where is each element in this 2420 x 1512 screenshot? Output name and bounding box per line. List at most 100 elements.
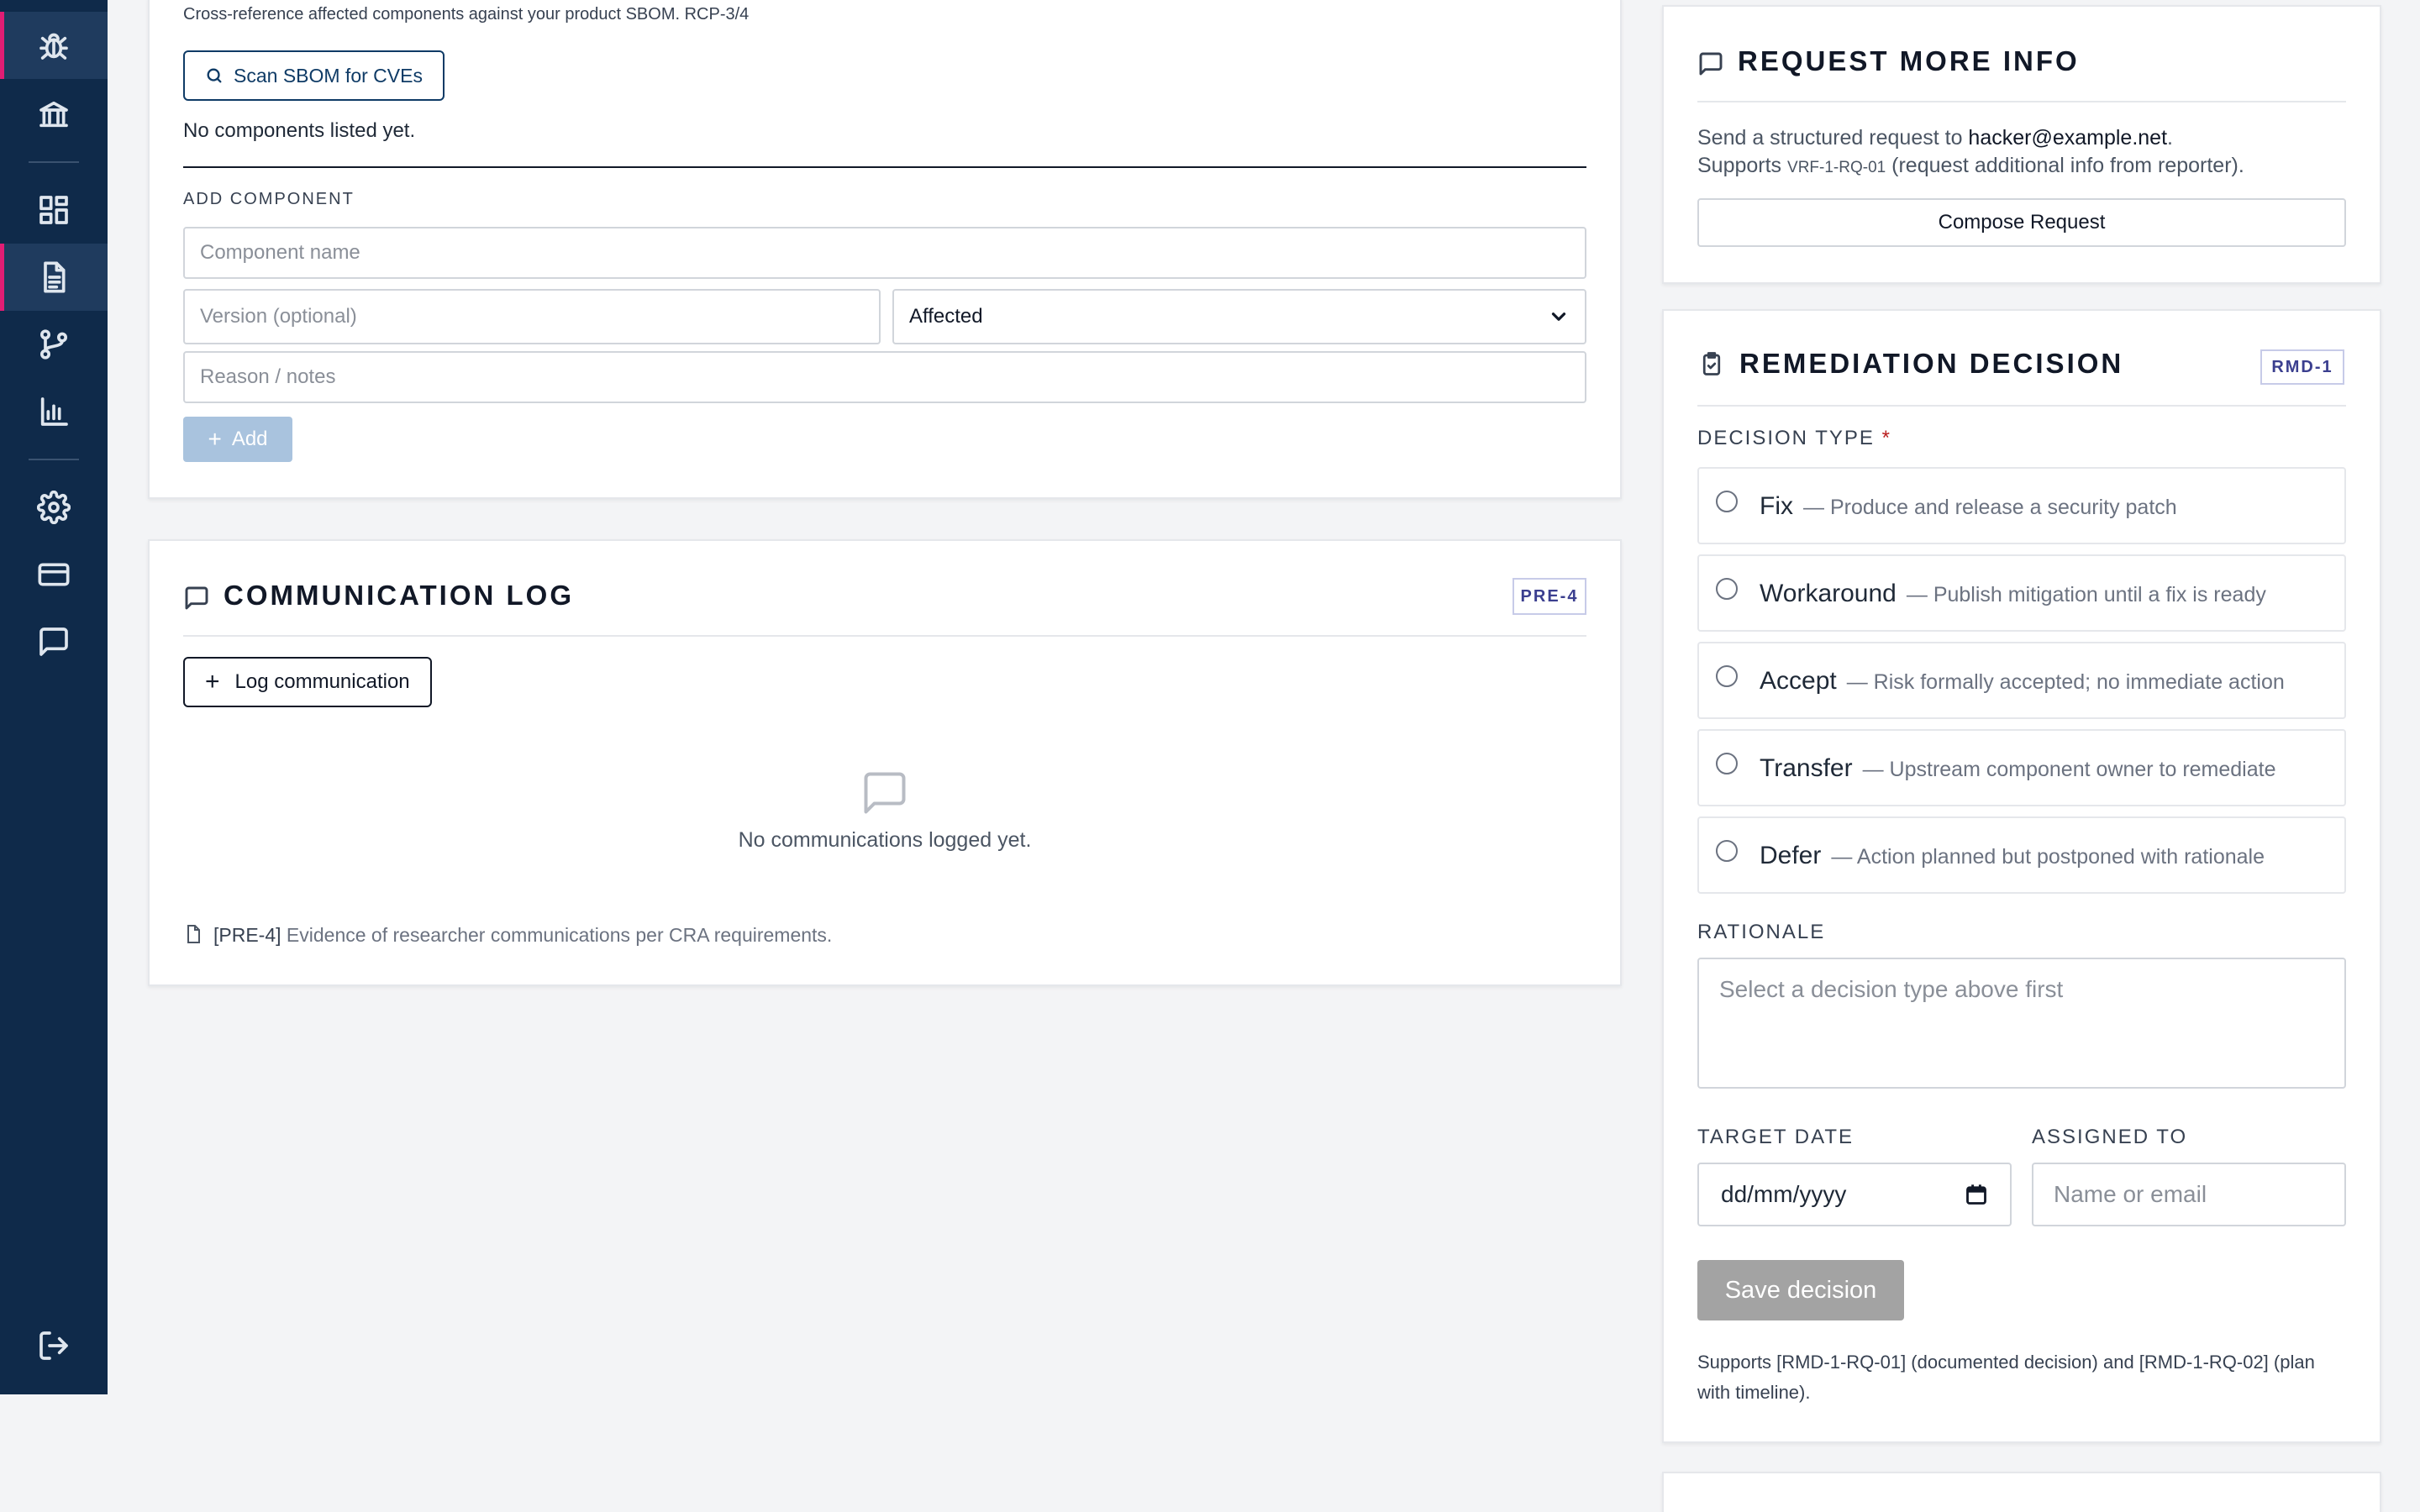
sidebar-item-settings[interactable] bbox=[0, 474, 108, 541]
document-icon bbox=[44, 261, 66, 293]
add-component-button[interactable]: + Add bbox=[183, 417, 292, 462]
rationale-label: RATIONALE bbox=[1697, 921, 1826, 943]
sidebar-item-analytics[interactable] bbox=[0, 378, 108, 445]
logout-icon bbox=[39, 1331, 68, 1360]
supports-prefix: Supports bbox=[1697, 154, 1782, 177]
component-reason-field[interactable] bbox=[183, 351, 1586, 403]
components-hint: Cross-reference affected components agai… bbox=[183, 5, 750, 24]
request-info-description: Send a structured request to hacker@exam… bbox=[1697, 124, 2353, 181]
decision-option-transfer[interactable]: Transfer — Upstream component owner to re… bbox=[1697, 729, 2346, 806]
request-info-suffix: . bbox=[2167, 126, 2173, 150]
sidebar-item-messages[interactable] bbox=[0, 608, 108, 675]
component-version-input[interactable] bbox=[200, 305, 864, 328]
option-label-text: Defer bbox=[1760, 842, 1822, 869]
sidebar-item-vulnerabilities[interactable] bbox=[0, 12, 108, 79]
pre-4-badge: PRE-4 bbox=[1512, 578, 1586, 615]
gear-icon bbox=[37, 491, 71, 524]
communication-log-card: COMMUNICATION LOG PRE-4 + Log communicat… bbox=[148, 539, 1622, 986]
supports-suffix: (request additional info from reporter). bbox=[1891, 154, 2244, 177]
decision-type-label: DECISION TYPE * bbox=[1697, 427, 1891, 450]
remediation-supports-note: Supports [RMD-1-RQ-01] (documented decis… bbox=[1697, 1352, 2315, 1403]
component-name-input[interactable] bbox=[200, 241, 1570, 265]
rationale-textarea[interactable] bbox=[1719, 976, 2324, 1070]
component-status-value: Affected bbox=[909, 305, 983, 328]
decision-type-text: DECISION TYPE bbox=[1697, 427, 1875, 449]
log-communication-label: Log communication bbox=[234, 670, 410, 693]
bank-icon bbox=[39, 101, 68, 128]
add-component-heading: ADD COMPONENT bbox=[183, 190, 355, 208]
required-mark: * bbox=[1881, 427, 1891, 449]
communication-log-title: COMMUNICATION LOG bbox=[224, 580, 575, 611]
components-divider bbox=[183, 166, 1586, 168]
decision-option-fix[interactable]: Fix — Produce and release a security patc… bbox=[1697, 467, 2346, 544]
clipboard-check-icon bbox=[1702, 352, 1721, 375]
target-date-field[interactable]: dd/mm/yyyy bbox=[1697, 1163, 2012, 1226]
sidebar-item-dashboard[interactable] bbox=[0, 176, 108, 244]
sidebar-item-organization[interactable] bbox=[0, 81, 108, 148]
option-label-text: Accept bbox=[1760, 667, 1837, 695]
calendar-icon[interactable] bbox=[1965, 1183, 1988, 1206]
assigned-to-label: ASSIGNED TO bbox=[2032, 1126, 2188, 1148]
remediation-divider bbox=[1697, 405, 2346, 407]
component-reason-input[interactable] bbox=[200, 365, 1570, 389]
chat-icon bbox=[1699, 52, 1723, 76]
supports-code: VRF-1-RQ-01 bbox=[1787, 159, 1886, 176]
decision-option-label: Accept — Risk formally accepted; no immed… bbox=[1760, 667, 2285, 696]
option-label-text: Transfer bbox=[1760, 754, 1853, 782]
request-more-info-title: REQUEST MORE INFO bbox=[1738, 45, 2080, 76]
file-icon bbox=[187, 925, 200, 943]
radio-transfer[interactable] bbox=[1716, 753, 1738, 774]
decision-option-label: Fix — Produce and release a security patc… bbox=[1760, 492, 2177, 521]
decision-option-label: Workaround — Publish mitigation until a f… bbox=[1760, 580, 2266, 608]
communication-footnote: [PRE-4] Evidence of researcher communica… bbox=[213, 924, 832, 947]
sidebar-item-logout[interactable] bbox=[0, 1312, 108, 1379]
option-description: — Upstream component owner to remediate bbox=[1862, 758, 2276, 781]
component-name-field[interactable] bbox=[183, 227, 1586, 279]
footnote-text: Evidence of researcher communications pe… bbox=[286, 924, 833, 946]
chevron-down-icon bbox=[1551, 312, 1566, 321]
target-date-label: TARGET DATE bbox=[1697, 1126, 1854, 1148]
sidebar-item-billing[interactable] bbox=[0, 541, 108, 608]
request-info-prefix: Send a structured request to bbox=[1697, 126, 1963, 150]
sidebar bbox=[0, 0, 108, 1394]
request-info-divider bbox=[1697, 101, 2346, 102]
footnote-ref: [PRE-4] bbox=[213, 924, 281, 946]
decision-option-accept[interactable]: Accept — Risk formally accepted; no immed… bbox=[1697, 642, 2346, 719]
target-date-placeholder: dd/mm/yyyy bbox=[1721, 1181, 1847, 1207]
rationale-field[interactable] bbox=[1697, 958, 2346, 1089]
next-card bbox=[1662, 1472, 2381, 1512]
scan-sbom-button[interactable]: Scan SBOM for CVEs bbox=[183, 50, 445, 101]
communication-empty-text: No communications logged yet. bbox=[738, 828, 1032, 852]
sidebar-item-reports[interactable] bbox=[0, 244, 108, 311]
option-description: — Risk formally accepted; no immediate a… bbox=[1846, 670, 2285, 694]
bar-chart-icon bbox=[40, 397, 68, 426]
component-status-select[interactable]: Affected bbox=[892, 289, 1586, 344]
radio-accept[interactable] bbox=[1716, 665, 1738, 687]
communication-divider bbox=[183, 635, 1586, 637]
option-description: — Publish mitigation until a fix is read… bbox=[1906, 583, 2266, 606]
add-component-label: Add bbox=[231, 428, 268, 450]
radio-workaround[interactable] bbox=[1716, 578, 1738, 600]
assigned-to-input[interactable] bbox=[2054, 1181, 2324, 1208]
decision-option-defer[interactable]: Defer — Action planned but postponed with… bbox=[1697, 816, 2346, 894]
component-version-field[interactable] bbox=[183, 289, 881, 344]
request-more-info-card: REQUEST MORE INFO Send a structured requ… bbox=[1662, 5, 2381, 284]
log-communication-button[interactable]: + Log communication bbox=[183, 657, 432, 707]
plus-icon: + bbox=[208, 426, 222, 452]
radio-fix[interactable] bbox=[1716, 491, 1738, 512]
assigned-to-field[interactable] bbox=[2032, 1163, 2346, 1226]
decision-option-workaround[interactable]: Workaround — Publish mitigation until a f… bbox=[1697, 554, 2346, 632]
sidebar-item-branches[interactable] bbox=[0, 311, 108, 378]
compose-request-button[interactable]: Compose Request bbox=[1697, 198, 2346, 247]
radio-defer[interactable] bbox=[1716, 840, 1738, 862]
chat-icon bbox=[185, 586, 208, 610]
save-decision-button[interactable]: Save decision bbox=[1697, 1260, 1904, 1320]
remediation-decision-title: REMEDIATION DECISION bbox=[1739, 348, 2124, 379]
option-label-text: Workaround bbox=[1760, 580, 1897, 607]
credit-card-icon bbox=[38, 563, 70, 586]
branch-icon bbox=[40, 329, 67, 360]
sidebar-divider bbox=[29, 161, 79, 163]
affected-components-card: Cross-reference affected components agai… bbox=[148, 0, 1622, 499]
chat-icon bbox=[39, 627, 68, 656]
rmd-1-badge: RMD-1 bbox=[2260, 349, 2344, 385]
